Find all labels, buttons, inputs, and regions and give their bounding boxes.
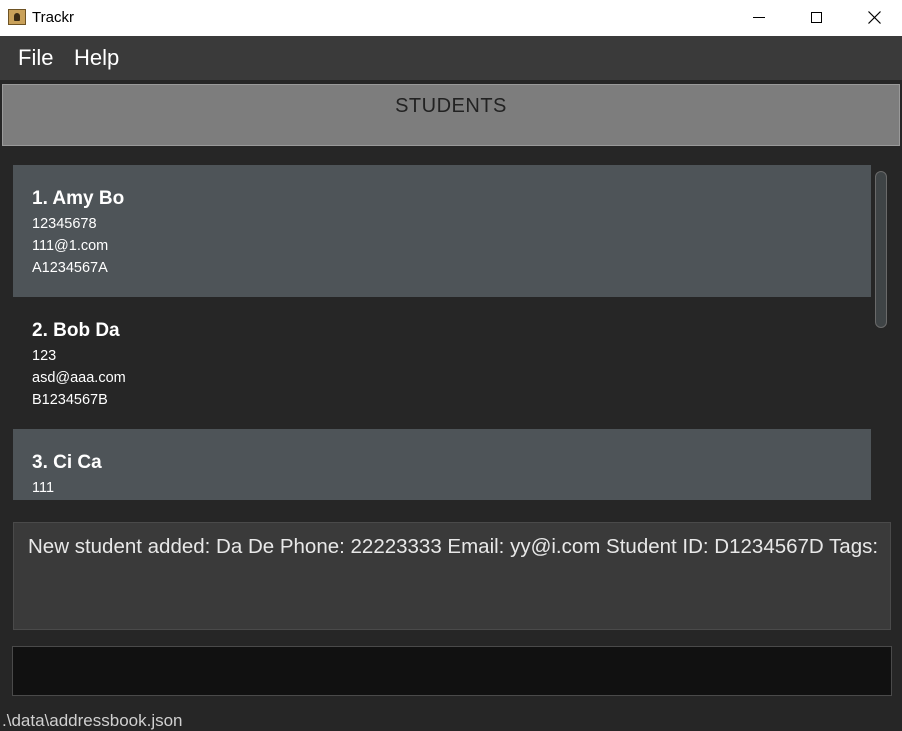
close-button[interactable] [845, 0, 902, 34]
student-email: 111@1.com [32, 238, 109, 254]
list-scrollbar-thumb[interactable] [875, 171, 887, 328]
title-bar: Trackr [0, 0, 902, 36]
window-title: Trackr [32, 9, 74, 26]
student-card[interactable]: 3. Ci Ca 111 [13, 429, 871, 500]
menu-bar: File Help [0, 36, 902, 80]
result-message: New student added: Da De Phone: 22223333… [28, 535, 879, 558]
student-phone: 12345678 [32, 216, 97, 232]
result-display: New student added: Da De Phone: 22223333… [13, 522, 891, 630]
maximize-icon [810, 11, 822, 23]
student-card[interactable]: 1. Amy Bo 12345678 111@1.com A1234567A [13, 165, 871, 297]
student-name: 1. Amy Bo [32, 188, 125, 209]
students-tab-header[interactable]: STUDENTS [2, 84, 900, 146]
save-location-path: .\data\addressbook.json [2, 711, 183, 730]
students-header-label: STUDENTS [395, 95, 507, 117]
student-id: A1234567A [32, 260, 108, 276]
menu-file[interactable]: File [18, 45, 53, 71]
student-phone: 111 [32, 480, 55, 496]
minimize-icon [753, 16, 765, 18]
student-name: 3. Ci Ca [32, 452, 102, 473]
student-list[interactable]: 1. Amy Bo 12345678 111@1.com A1234567A 2… [0, 150, 902, 500]
menu-help[interactable]: Help [74, 45, 119, 71]
maximize-button[interactable] [787, 0, 845, 34]
student-phone: 123 [32, 348, 57, 364]
student-card[interactable]: 2. Bob Da 123 asd@aaa.com B1234567B [13, 297, 871, 429]
student-name: 2. Bob Da [32, 320, 120, 341]
student-email: asd@aaa.com [32, 370, 126, 386]
command-input[interactable] [12, 646, 892, 696]
student-id: B1234567B [32, 392, 108, 408]
close-icon [867, 10, 881, 24]
app-icon [8, 9, 26, 25]
minimize-button[interactable] [730, 0, 788, 34]
